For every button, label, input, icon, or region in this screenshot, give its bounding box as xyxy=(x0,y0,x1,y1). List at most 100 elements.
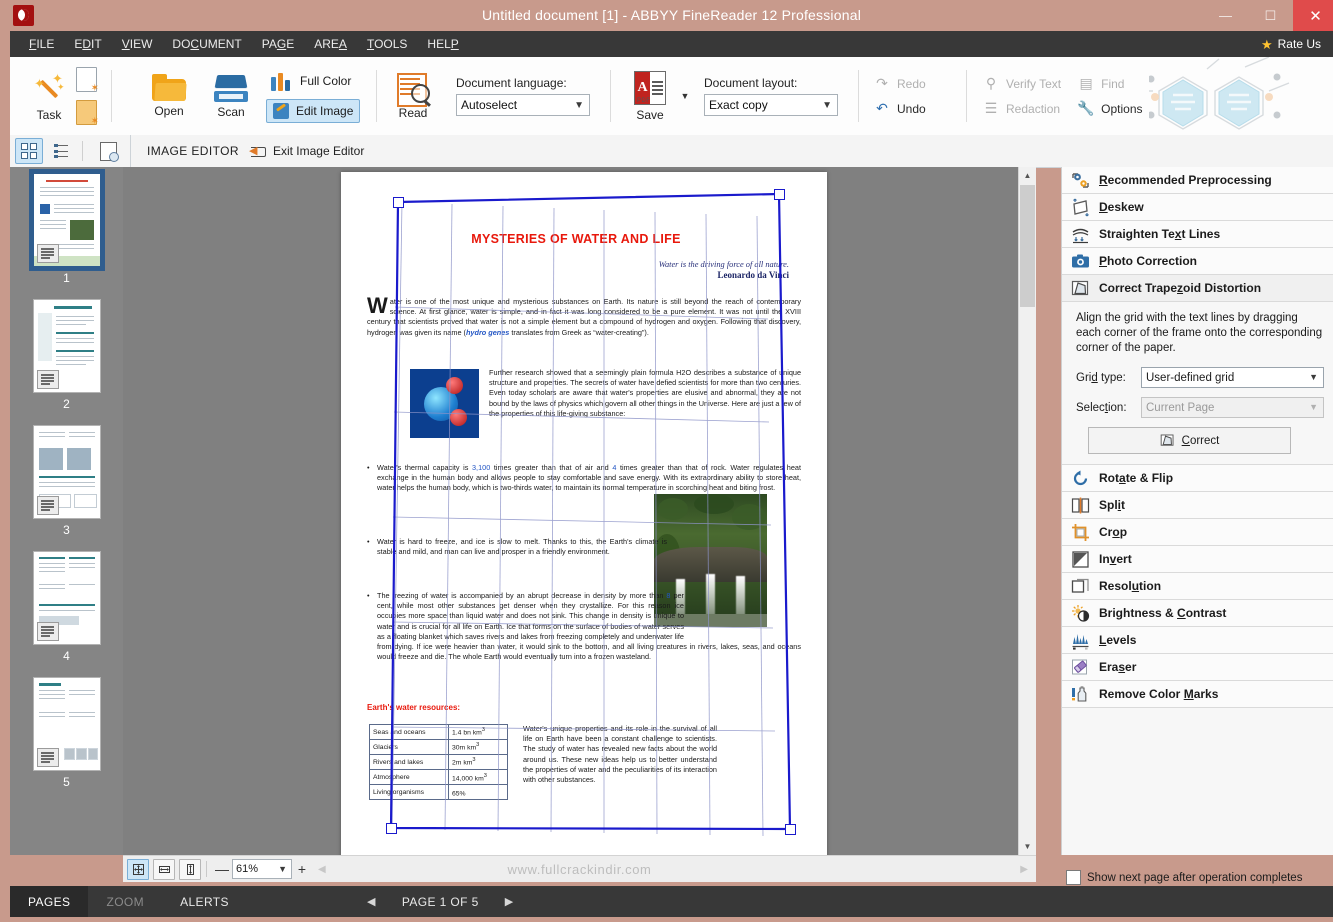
tool-crop[interactable]: Crop xyxy=(1062,519,1333,546)
thumbnails-view-button[interactable] xyxy=(15,138,43,164)
page-info: PAGE 1 OF 5 xyxy=(402,895,479,909)
tool-label: Invert xyxy=(1099,552,1132,566)
viewer-vertical-scrollbar[interactable]: ▲ ▼ xyxy=(1018,167,1036,855)
tool-resolution[interactable]: Resolution xyxy=(1062,573,1333,600)
document-section-heading: Earth's water resources: xyxy=(367,703,460,712)
redaction-button[interactable]: ☰ Redaction xyxy=(977,99,1066,119)
tool-invert[interactable]: Invert xyxy=(1062,546,1333,573)
straighten-lines-icon xyxy=(1070,224,1090,244)
menu-file[interactable]: FILE xyxy=(20,34,63,54)
prev-page-button[interactable]: ◀ xyxy=(367,895,376,908)
save-dropdown-button[interactable]: ▼ xyxy=(678,61,692,131)
trapezoid-hint: Align the grid with the text lines by dr… xyxy=(1076,311,1324,356)
image-editor-bar: IMAGE EDITOR Exit Image Editor xyxy=(10,135,1333,168)
status-tab-pages[interactable]: PAGES xyxy=(10,886,88,917)
menu-page[interactable]: PAGE xyxy=(253,34,303,54)
selection-label: Selection: xyxy=(1076,402,1134,414)
quote-text: Water is the driving force of all nature… xyxy=(659,260,789,269)
task-button[interactable]: ✦ ✦ ✦ Task xyxy=(18,61,80,131)
close-button[interactable]: ✕ xyxy=(1293,0,1333,31)
wrench-icon: 🔧 xyxy=(1077,101,1095,117)
magic-wand-icon: ✦ ✦ ✦ xyxy=(32,71,66,105)
thumbnail-page-3[interactable]: 3 xyxy=(10,425,123,551)
handle-top-left[interactable] xyxy=(393,197,404,208)
tool-brightness-contrast[interactable]: Brightness & Contrast xyxy=(1062,600,1333,627)
redo-button[interactable]: ↷ Redo xyxy=(868,74,956,94)
tool-correct-trapezoid-distortion[interactable]: Correct Trapezoid Distortion xyxy=(1062,275,1333,302)
options-button[interactable]: 🔧 Options xyxy=(1072,99,1160,119)
menu-help[interactable]: HELP xyxy=(418,34,467,54)
maximize-button[interactable]: ☐ xyxy=(1248,0,1293,31)
scroll-down-icon[interactable]: ▼ xyxy=(1019,838,1036,855)
tool-photo-correction[interactable]: Photo Correction xyxy=(1062,248,1333,275)
scroll-right-icon[interactable]: ▶ xyxy=(1020,864,1028,875)
tool-straighten-text-lines[interactable]: Straighten Text Lines xyxy=(1062,221,1333,248)
thumbnail-page-2[interactable]: 2 xyxy=(10,299,123,425)
rate-us-button[interactable]: ★ Rate Us xyxy=(1257,35,1325,53)
tool-deskew[interactable]: Deskew xyxy=(1062,194,1333,221)
document-page[interactable]: MYSTERIES OF WATER AND LIFE Water is the… xyxy=(341,172,827,855)
zoom-out-button[interactable]: — xyxy=(212,860,232,879)
tool-split[interactable]: Split xyxy=(1062,492,1333,519)
tool-label: Straighten Text Lines xyxy=(1099,227,1220,241)
full-color-button[interactable]: Full Color xyxy=(266,69,360,93)
tool-remove-color-marks[interactable]: Remove Color Marks xyxy=(1062,681,1333,708)
zoom-level-select[interactable]: 61% ▼ xyxy=(232,859,292,879)
status-tab-alerts[interactable]: ALERTS xyxy=(162,886,247,917)
thumbnail-pane[interactable]: 1 xyxy=(10,167,123,855)
grid-type-select[interactable]: User-defined grid ▼ xyxy=(1141,367,1324,388)
details-view-button[interactable] xyxy=(48,138,76,164)
remove-color-marks-icon xyxy=(1070,684,1090,704)
verify-text-label: Verify Text xyxy=(1006,77,1061,91)
thumbnail-page-4[interactable]: 4 xyxy=(10,551,123,677)
scrollbar-thumb[interactable] xyxy=(1020,185,1035,307)
document-viewer[interactable]: MYSTERIES OF WATER AND LIFE Water is the… xyxy=(123,167,1036,855)
fit-page-button[interactable] xyxy=(127,859,149,880)
fit-page-icon xyxy=(132,863,145,876)
fit-height-icon xyxy=(184,863,197,876)
exit-image-editor-button[interactable]: Exit Image Editor xyxy=(251,144,364,158)
tool-rotate-flip[interactable]: Rotate & Flip xyxy=(1062,465,1333,492)
scan-button[interactable]: Scan xyxy=(200,61,262,131)
edit-image-button[interactable]: Edit Image xyxy=(266,99,360,123)
menu-view[interactable]: VIEW xyxy=(113,34,162,54)
open-recent-icon[interactable]: ✶ xyxy=(76,100,97,125)
thumbnail-page-1[interactable]: 1 xyxy=(10,173,123,299)
scroll-up-icon[interactable]: ▲ xyxy=(1019,167,1036,184)
handle-top-right[interactable] xyxy=(774,189,785,200)
quote-author: Leonardo da Vinci xyxy=(659,270,789,280)
page-properties-button[interactable] xyxy=(94,138,122,164)
correct-button[interactable]: Correct xyxy=(1088,427,1291,454)
tool-eraser[interactable]: Eraser xyxy=(1062,654,1333,681)
zoom-in-button[interactable]: + xyxy=(292,860,312,879)
tool-levels[interactable]: Levels xyxy=(1062,627,1333,654)
handle-bottom-left[interactable] xyxy=(386,823,397,834)
find-button[interactable]: ▤ Find xyxy=(1072,74,1160,94)
menu-edit[interactable]: EDIT xyxy=(65,34,110,54)
show-next-page-checkbox-row[interactable]: Show next page after operation completes xyxy=(1066,870,1302,885)
tool-recommended-preprocessing[interactable]: Recommended Preprocessing xyxy=(1062,167,1333,194)
open-button[interactable]: Open xyxy=(138,61,200,131)
verify-text-button[interactable]: ⚲ Verify Text xyxy=(977,74,1066,94)
read-button[interactable]: Read xyxy=(382,61,444,131)
selection-row: Selection: Current Page ▼ xyxy=(1076,397,1324,418)
document-language-select[interactable]: Autoselect ▼ xyxy=(456,94,590,116)
next-page-button[interactable]: ▶ xyxy=(505,895,514,908)
document-layout-select[interactable]: Exact copy ▼ xyxy=(704,94,838,116)
scroll-left-icon[interactable]: ◀ xyxy=(318,864,326,875)
menu-tools[interactable]: TOOLS xyxy=(358,34,416,54)
save-button[interactable]: A PDF Save xyxy=(622,61,678,131)
tool-label: Recommended Preprocessing xyxy=(1099,173,1272,187)
menu-area[interactable]: AREA xyxy=(305,34,356,54)
show-next-page-checkbox[interactable] xyxy=(1066,870,1081,885)
undo-button[interactable]: ↶ Undo xyxy=(868,99,956,119)
fit-width-button[interactable] xyxy=(153,859,175,880)
thumbnail-page-5[interactable]: 5 xyxy=(10,677,123,803)
menu-document[interactable]: DOCUMENT xyxy=(163,34,250,54)
fit-height-button[interactable] xyxy=(179,859,201,880)
new-document-icon[interactable]: ✶ xyxy=(76,67,97,92)
minimize-button[interactable]: — xyxy=(1203,0,1248,31)
status-tab-zoom[interactable]: ZOOM xyxy=(88,886,162,917)
handle-bottom-right[interactable] xyxy=(785,824,796,835)
find-options-group: ▤ Find 🔧 Options xyxy=(1072,74,1160,119)
